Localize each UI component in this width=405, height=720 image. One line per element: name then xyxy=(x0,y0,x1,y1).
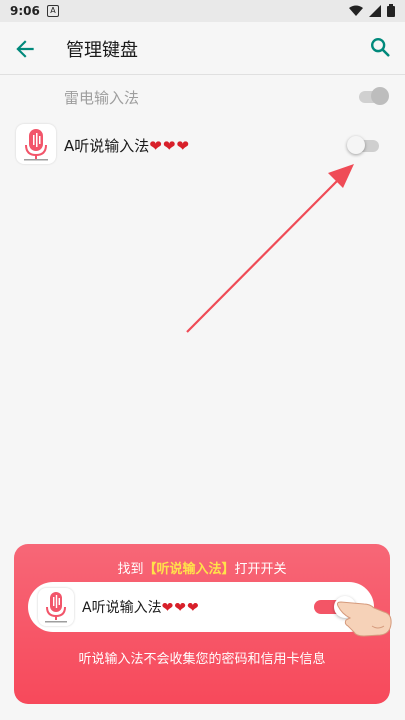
guide-title-after: 打开开关 xyxy=(234,562,287,577)
keyboard-name: 雷电输入法 xyxy=(64,89,140,107)
notification-icon: A xyxy=(47,5,59,17)
page-title: 管理键盘 xyxy=(66,40,138,61)
wifi-icon xyxy=(349,5,363,16)
guide-title: 找到【听说输入法】打开开关 xyxy=(14,558,390,577)
toggle-thumb xyxy=(371,87,389,105)
status-time: 9:06 xyxy=(10,4,40,18)
guide-card: 找到【听说输入法】打开开关 A听说输入法❤❤❤ 听说输入法不会收集您的密码和信用… xyxy=(14,544,392,704)
back-arrow-icon[interactable] xyxy=(12,36,38,62)
hand-pointer-icon xyxy=(336,601,392,637)
battery-icon xyxy=(387,4,395,17)
guide-title-highlight: 【听说输入法】 xyxy=(143,562,235,577)
search-icon[interactable] xyxy=(369,36,391,58)
app-bar: 管理键盘 xyxy=(0,22,405,74)
keyboard-toggle-leidian xyxy=(357,86,389,106)
keyboard-row-leidian: 雷电输入法 xyxy=(0,80,405,114)
signal-icon xyxy=(369,4,381,17)
demo-keyboard-name: A听说输入法❤❤❤ xyxy=(82,597,200,617)
guide-title-before: 找到 xyxy=(117,562,144,577)
demo-name-text: A听说输入法 xyxy=(82,600,162,616)
divider xyxy=(0,74,405,75)
status-bar: 9:06 A xyxy=(0,0,405,22)
keyboard-name-text: A听说输入法 xyxy=(64,137,150,155)
hearts-emoji: ❤❤❤ xyxy=(161,600,200,616)
microphone-app-icon xyxy=(16,124,56,164)
toggle-thumb xyxy=(347,136,365,154)
demo-row: A听说输入法❤❤❤ xyxy=(28,582,374,632)
keyboard-name: A听说输入法❤❤❤ xyxy=(64,135,190,156)
microphone-app-icon xyxy=(38,588,74,626)
guide-footer: 听说输入法不会收集您的密码和信用卡信息 xyxy=(78,652,326,667)
status-icons xyxy=(349,4,395,17)
hearts-emoji: ❤❤❤ xyxy=(149,137,190,155)
keyboard-toggle-tingshuo[interactable] xyxy=(347,136,381,156)
keyboard-row-tingshuo[interactable]: A听说输入法❤❤❤ xyxy=(0,122,405,168)
